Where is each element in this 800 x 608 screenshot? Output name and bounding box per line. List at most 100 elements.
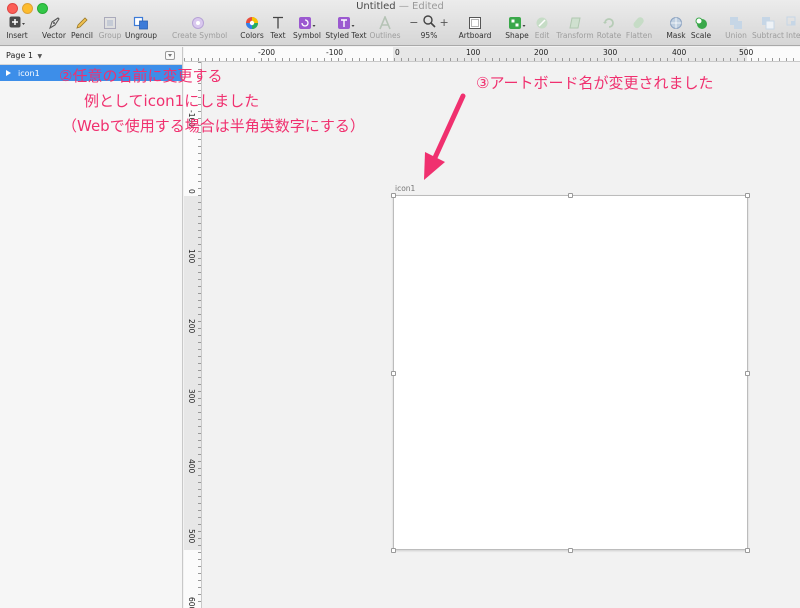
subtract-button[interactable]: Subtract <box>751 14 785 44</box>
ruler-label: -200 <box>258 48 276 57</box>
ruler-tick <box>282 58 283 61</box>
ruler-tick <box>268 58 269 61</box>
transform-button[interactable]: Transform <box>556 14 594 44</box>
ruler-tick <box>198 230 201 231</box>
horizontal-ruler[interactable]: -200 -100 0 100 200 300 400 500 <box>184 47 800 62</box>
ruler-tick <box>247 58 248 61</box>
resize-handle-bottom-left[interactable] <box>391 548 396 553</box>
ruler-tick <box>387 58 388 61</box>
ruler-tick <box>198 265 201 266</box>
intersect-icon <box>786 14 800 31</box>
ruler-tick <box>226 58 227 61</box>
flatten-button[interactable]: Flatten <box>624 14 654 44</box>
ruler-tick <box>198 195 201 196</box>
title-separator: — <box>398 1 409 12</box>
ruler-tick <box>198 328 201 329</box>
annotation-step2-line3: （Webで使用する場合は半角英数字にする） <box>62 117 365 135</box>
scale-button[interactable]: Scale <box>688 14 714 44</box>
disclosure-triangle-icon[interactable] <box>6 70 11 76</box>
vertical-ruler[interactable]: -100 0 100 200 300 400 500 600 <box>184 62 202 608</box>
ruler-tick <box>198 363 201 364</box>
ruler-tick <box>198 482 201 483</box>
symbol-button[interactable]: Symbol <box>291 14 323 44</box>
ruler-tick <box>289 58 290 61</box>
ruler-tick <box>716 58 717 61</box>
ruler-tick <box>660 58 661 61</box>
ruler-tick <box>583 58 584 61</box>
resize-handle-top[interactable] <box>568 193 573 198</box>
ruler-tick <box>198 587 201 588</box>
ruler-tick <box>513 58 514 61</box>
ruler-tick <box>373 58 374 61</box>
ruler-tick <box>352 58 353 61</box>
ruler-tick <box>198 349 201 350</box>
mask-button[interactable]: Mask <box>664 14 688 44</box>
ruler-tick <box>464 58 465 61</box>
vector-button[interactable]: Vector <box>41 14 67 44</box>
ruler-tick <box>198 258 201 259</box>
ruler-tick <box>198 377 201 378</box>
ruler-tick <box>436 58 437 61</box>
ruler-tick <box>198 300 201 301</box>
ruler-tick <box>198 251 201 252</box>
artboard-title[interactable]: icon1 <box>395 184 415 193</box>
create-symbol-button[interactable]: Create Symbol <box>172 14 227 44</box>
ruler-tick <box>198 160 201 161</box>
rotate-button[interactable]: Rotate <box>596 14 622 44</box>
artboard-button[interactable]: Artboard <box>458 14 492 44</box>
resize-handle-bottom[interactable] <box>568 548 573 553</box>
collapse-pages-icon[interactable] <box>165 51 175 60</box>
chevron-down-icon: ▼ <box>37 53 43 60</box>
ruler-tick <box>429 58 430 61</box>
ruler-tick <box>240 58 241 61</box>
colors-button[interactable]: Colors <box>239 14 265 44</box>
ruler-tick <box>198 496 201 497</box>
ruler-tick <box>590 58 591 61</box>
pencil-icon <box>69 14 95 31</box>
union-button[interactable]: Union <box>722 14 750 44</box>
edited-status: Edited <box>412 1 444 12</box>
ruler-tick <box>233 58 234 61</box>
ruler-tick <box>457 58 458 61</box>
edit-button[interactable]: Edit <box>532 14 552 44</box>
ruler-tick <box>688 58 689 61</box>
ruler-tick <box>618 58 619 61</box>
resize-handle-right[interactable] <box>745 371 750 376</box>
shape-button[interactable]: Shape <box>503 14 531 44</box>
ruler-label: 300 <box>603 48 618 57</box>
ruler-tick <box>555 58 556 61</box>
ruler-label: 600 <box>187 597 196 608</box>
resize-handle-top-right[interactable] <box>745 193 750 198</box>
plus-square-icon <box>5 14 29 31</box>
resize-handle-top-left[interactable] <box>391 193 396 198</box>
ruler-tick <box>198 153 201 154</box>
ruler-tick <box>639 58 640 61</box>
ruler-tick <box>198 503 201 504</box>
outlines-button[interactable]: Outlines <box>369 14 401 44</box>
group-button[interactable]: Group <box>97 14 123 44</box>
artboard[interactable] <box>393 195 748 550</box>
ruler-tick <box>702 58 703 61</box>
zoom-out-button[interactable]: − <box>409 16 418 29</box>
zoom-control[interactable]: − + 95% <box>405 14 453 44</box>
ruler-tick <box>184 58 185 61</box>
styled-text-button[interactable]: Styled Text <box>325 14 367 44</box>
ruler-tick <box>275 58 276 61</box>
text-button[interactable]: Text <box>268 14 288 44</box>
ruler-tick <box>254 58 255 61</box>
resize-handle-bottom-right[interactable] <box>745 548 750 553</box>
resize-handle-left[interactable] <box>391 371 396 376</box>
insert-button[interactable]: Insert <box>5 14 29 44</box>
ungroup-button[interactable]: Ungroup <box>124 14 158 44</box>
pencil-button[interactable]: Pencil <box>69 14 95 44</box>
vector-pen-icon <box>41 14 67 31</box>
ruler-tick <box>625 58 626 61</box>
ruler-tick <box>198 335 201 336</box>
ruler-tick <box>198 279 201 280</box>
ruler-tick <box>198 314 201 315</box>
ruler-tick <box>653 58 654 61</box>
zoom-in-button[interactable]: + <box>440 16 449 29</box>
ruler-tick <box>534 58 535 61</box>
intersect-button[interactable]: Inter <box>786 14 800 44</box>
page-selector[interactable]: Page 1 ▼ <box>0 47 182 65</box>
